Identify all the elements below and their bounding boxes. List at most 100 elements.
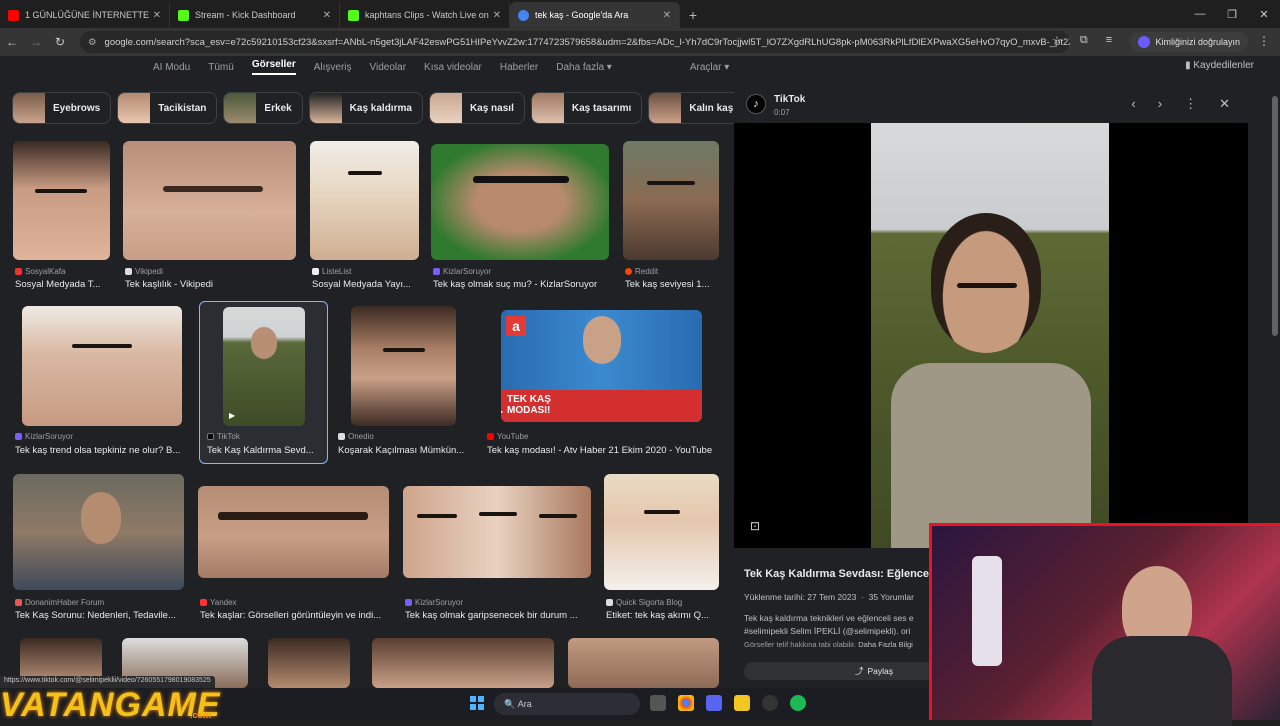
result-title[interactable]: Tek kaş olmak suç mu? - KizlarSoruyor — [433, 279, 613, 290]
result-title[interactable]: Tek kaşlılık - Vikipedi — [125, 279, 295, 290]
tab-ai-mode[interactable]: AI Modu — [153, 62, 190, 73]
result-image[interactable] — [13, 141, 110, 260]
chip-kas-tasarimi[interactable]: Kaş tasarımı — [530, 92, 643, 124]
media-icon[interactable]: ≡ — [1106, 34, 1112, 47]
unibrow-shape — [218, 512, 368, 520]
bookmark-star-icon[interactable]: ☆ — [1052, 34, 1062, 47]
result-image[interactable] — [372, 638, 554, 688]
address-bar[interactable]: ⚙ google.com/search?sca_esv=e72c59210153… — [80, 31, 1070, 53]
chip-tacikistan[interactable]: Tacikistan — [117, 92, 218, 124]
result-image[interactable] — [568, 638, 719, 688]
chip-kalin-kas[interactable]: Kalın kaş — [648, 92, 745, 124]
forward-icon[interactable]: → — [24, 35, 48, 49]
result-image[interactable] — [13, 474, 184, 590]
tab-short-videos[interactable]: Kısa videolar — [424, 62, 482, 73]
obs-icon[interactable] — [762, 695, 778, 711]
result-source: Vikipedi — [125, 267, 163, 276]
google-icon — [518, 9, 529, 21]
minimize-icon[interactable]: — — [1184, 0, 1216, 28]
result-source: KizlarSoruyor — [433, 267, 491, 276]
url-text: google.com/search?sca_esv=e72c59210153cf… — [104, 36, 1070, 48]
unibrow-shape — [644, 510, 680, 514]
taskbar-search[interactable]: 🔍 Ara — [494, 693, 640, 715]
result-image[interactable] — [623, 141, 719, 260]
tab-videos[interactable]: Videolar — [370, 62, 407, 73]
tab-google-search[interactable]: tek kaş - Google'da Ara ✕ — [510, 2, 680, 28]
result-title[interactable]: Tek kaş modası! - Atv Haber 21 Ekim 2020… — [487, 445, 719, 456]
chip-kas-kaldirma[interactable]: Kaş kaldırma — [308, 92, 423, 124]
result-image[interactable] — [22, 306, 182, 426]
result-title[interactable]: Sosyal Medyada T... — [15, 279, 110, 290]
result-image[interactable]: ▶ — [223, 307, 305, 426]
site-info-icon[interactable]: ⚙ — [88, 37, 97, 48]
result-image[interactable] — [123, 141, 296, 260]
google-lens-icon[interactable]: ⊡ — [750, 519, 760, 533]
tools-button[interactable]: Araçlar ▾ — [690, 62, 729, 73]
tab-images[interactable]: Görseller — [251, 59, 296, 75]
more-icon[interactable]: ⋮ — [1184, 96, 1197, 112]
play-icon: ▶ — [229, 411, 236, 420]
result-title[interactable]: Tek Kaş Sorunu: Nedenleri, Tedavile... — [15, 610, 185, 621]
reload-icon[interactable]: ↻ — [48, 35, 72, 49]
result-image[interactable] — [351, 306, 456, 426]
tab-all[interactable]: Tümü — [208, 62, 234, 73]
tab-shopping[interactable]: Alışveriş — [314, 62, 352, 73]
result-title[interactable]: Tek kaş seviyesi 1... — [625, 279, 719, 290]
chip-eyebrows[interactable]: Eyebrows — [12, 92, 112, 124]
back-icon[interactable]: ← — [0, 35, 24, 49]
windows-start-icon[interactable] — [470, 696, 484, 710]
unibrow-shape — [348, 171, 382, 175]
result-title[interactable]: Etiket: tek kaş akımı Q... — [606, 610, 719, 621]
saved-button[interactable]: ▮ Kaydedilenler — [1185, 60, 1254, 71]
tab-more[interactable]: Daha fazla ▾ — [556, 62, 612, 73]
close-icon[interactable]: ✕ — [153, 10, 161, 21]
menu-icon[interactable]: ⋮ — [1258, 34, 1270, 48]
discord-icon[interactable] — [706, 695, 722, 711]
result-image[interactable] — [198, 486, 389, 578]
scrollbar[interactable] — [1272, 96, 1278, 336]
extensions-icon[interactable]: ⧉ — [1080, 34, 1088, 47]
result-image[interactable] — [403, 486, 591, 578]
panel-meta: Yüklenme tarihi: 27 Tem 2023 · 35 Yoruml… — [744, 592, 914, 602]
spotify-icon[interactable] — [790, 695, 806, 711]
tab-news[interactable]: Haberler — [500, 62, 538, 73]
previous-icon[interactable]: ‹ — [1131, 96, 1135, 112]
result-title[interactable]: Tek kaşlar: Görselleri görüntüleyin ve i… — [200, 610, 390, 621]
close-window-icon[interactable]: ✕ — [1248, 0, 1280, 28]
panel-source[interactable]: TikTok — [774, 94, 805, 105]
close-icon[interactable]: ✕ — [493, 10, 501, 21]
profile-button[interactable]: Kimliğinizi doğrulayın — [1130, 32, 1248, 52]
onedio-icon — [338, 433, 345, 440]
result-image[interactable] — [431, 144, 609, 260]
tab-youtube[interactable]: 1 GÜNLÜĞÜNE İNTERNETTE Ç ✕ — [0, 2, 170, 28]
result-title[interactable]: Tek kaş olmak garipsenecek bir durum ... — [405, 610, 590, 621]
next-icon[interactable]: › — [1158, 96, 1162, 112]
unibrow-shape — [957, 283, 1017, 288]
video-preview[interactable]: ⊡ — [734, 123, 1248, 548]
tab-kick-dashboard[interactable]: Stream - Kick Dashboard ✕ — [170, 2, 340, 28]
files-icon[interactable] — [650, 695, 666, 711]
close-icon[interactable]: ✕ — [1219, 96, 1230, 112]
panel-title[interactable]: Tek Kaş Kaldırma Sevdası: Eğlencel — [744, 568, 932, 580]
result-image[interactable] — [310, 141, 419, 260]
result-title[interactable]: Tek kaş trend olsa tepkiniz ne olur? B..… — [15, 445, 187, 456]
new-tab-button[interactable]: + — [680, 2, 706, 28]
vatangame-logo: VATANGAME — [0, 686, 221, 724]
result-image[interactable]: a TEK KAŞ MODASI! ▶ — [501, 310, 702, 422]
result-title[interactable]: Tek Kaş Kaldırma Sevd... — [207, 445, 323, 456]
folder-icon[interactable] — [734, 695, 750, 711]
kizlarsoruyor-icon — [405, 599, 412, 606]
chip-erkek[interactable]: Erkek — [223, 92, 303, 124]
tab-kick-clips[interactable]: kaphtans Clips - Watch Live on ✕ — [340, 2, 510, 28]
learn-more-link[interactable]: Daha Fazla Bilgi — [858, 640, 913, 649]
result-title[interactable]: Koşarak Kaçılması Mümkün... — [338, 445, 468, 456]
close-icon[interactable]: ✕ — [663, 10, 671, 21]
profile-label: Kimliğinizi doğrulayın — [1155, 37, 1240, 47]
result-title[interactable]: Sosyal Medyada Yayı... — [312, 279, 417, 290]
chip-kas-nasil[interactable]: Kaş nasıl — [428, 92, 525, 124]
chrome-icon[interactable] — [678, 695, 694, 711]
result-image[interactable] — [268, 638, 350, 688]
result-image[interactable] — [604, 474, 719, 590]
close-icon[interactable]: ✕ — [323, 10, 331, 21]
maximize-icon[interactable]: ❐ — [1216, 0, 1248, 28]
